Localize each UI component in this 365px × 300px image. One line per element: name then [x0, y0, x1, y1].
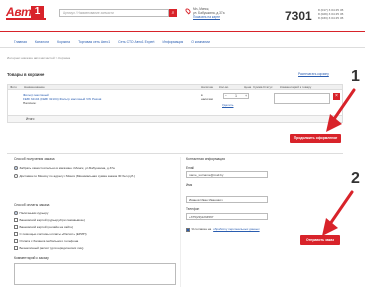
arrow-1-icon — [326, 88, 356, 132]
name-label: Имя — [186, 183, 193, 187]
phone-field[interactable]: +375(29)1234567 — [186, 213, 268, 220]
search-input[interactable]: Артикул / Наименование запчасти — [59, 9, 169, 17]
email-field[interactable]: name_surname@mail.by — [186, 171, 268, 178]
column-divider — [180, 157, 181, 287]
cart-item-name: Фильтр масляный FEBI 32104 (FEBI 32104) … — [23, 93, 111, 105]
order-comment-title: Комментарий к заказу — [14, 256, 49, 260]
phone-label: Телефон — [186, 207, 200, 211]
delivery-option-label: Доставка по Минску по адресу г.Минск (Ми… — [19, 174, 136, 178]
breadcrumb[interactable]: Интернет-магазин автозапчастей > Корзина — [7, 56, 70, 61]
nav-item-service[interactable]: Сеть СТО Авто1 Expert — [118, 40, 154, 44]
search-icon[interactable]: ⌕ — [169, 9, 177, 17]
step-number-2: 2 — [351, 170, 360, 187]
radio-icon[interactable] — [14, 174, 18, 178]
contact-title: Контактная информация — [186, 157, 225, 161]
payment-option[interactable]: Безналичный расчёт (для юридических лиц) — [14, 246, 174, 250]
page-title: Товары в корзине — [7, 72, 45, 77]
payment-option[interactable]: Наличными курьеру — [14, 211, 174, 215]
item-availability-label: Наличие: — [23, 101, 37, 105]
remove-item-link[interactable]: Удалить — [222, 103, 233, 108]
payment-option[interactable]: Банковской картой (курьеру/при самовывоз… — [14, 218, 174, 222]
show-on-map-link[interactable]: Показать на карте — [193, 15, 253, 19]
main-nav: Главная Каталоги Корзина Торговая сеть А… — [14, 40, 210, 44]
checkbox-icon[interactable] — [14, 225, 18, 229]
location-pin-icon — [184, 7, 192, 15]
radio-selected-icon[interactable] — [14, 211, 18, 215]
nav-item-about[interactable]: О компании — [191, 40, 210, 44]
payment-option-label: Банковской картой (онлайн на сайте) — [19, 225, 74, 229]
radio-selected-icon[interactable] — [14, 166, 18, 170]
payment-option-label: С помощью системы оплаты «Расчёт» (ЕРИП) — [19, 232, 87, 236]
quantity-value[interactable]: 1 — [235, 94, 237, 98]
nav-item-stores[interactable]: Торговая сеть Авто1 — [78, 40, 110, 44]
arrow-2-icon — [322, 190, 354, 236]
delivery-option-pickup[interactable]: Забрать самостоятельно в магазине г.Минс… — [14, 166, 174, 170]
logo-digit: 1 — [31, 6, 44, 18]
phone-number[interactable]: 8 (033) 3 04 25 45 — [318, 16, 343, 20]
delivery-option-label: Забрать самостоятельно в магазине г.Минс… — [19, 166, 115, 170]
email-label: Email — [186, 166, 194, 170]
nav-item-info[interactable]: Информация — [162, 40, 183, 44]
logo-underline — [6, 18, 46, 20]
quantity-stepper[interactable]: − 1 + — [223, 93, 249, 99]
availability-line: наличии — [201, 96, 214, 101]
site-logo[interactable]: Авто 1 — [6, 5, 50, 20]
payment-option[interactable]: С помощью системы оплаты «Расчёт» (ЕРИП) — [14, 232, 174, 236]
checkbox-icon[interactable] — [14, 218, 18, 222]
phone-list: 8 (017) 3 04 25 45 8 (029) 3 04 25 45 8 … — [318, 8, 343, 20]
checkbox-checked-icon[interactable] — [186, 228, 190, 232]
total-label: Итого — [26, 117, 35, 121]
payment-title: Способ оплаты заказа — [14, 203, 50, 207]
nav-divider — [0, 47, 365, 48]
checkbox-icon[interactable] — [14, 239, 18, 243]
checkbox-icon[interactable] — [14, 232, 18, 236]
nav-item-catalogs[interactable]: Каталоги — [35, 40, 49, 44]
payment-option-label: Банковской картой (курьеру/при самовывоз… — [19, 218, 85, 222]
payment-option[interactable]: Банковской картой (онлайн на сайте) — [14, 225, 174, 229]
delivery-option-courier[interactable]: Доставка по Минску по адресу г.Минск (Ми… — [14, 174, 174, 178]
print-cart-link[interactable]: Распечатать корзину — [298, 72, 329, 76]
total-row — [7, 116, 343, 123]
nav-item-cart[interactable]: Корзина — [57, 40, 70, 44]
send-order-button[interactable]: Отправить заказ — [300, 235, 340, 245]
payment-option-label: Оплата с баланса мобильного телефона — [19, 239, 79, 243]
step-number-1: 1 — [351, 68, 360, 85]
payment-option-label: Безналичный расчёт (для юридических лиц) — [19, 246, 84, 250]
consent-checkbox-row[interactable]: Я согласен на обработку персональных дан… — [186, 227, 260, 232]
checkbox-icon[interactable] — [14, 246, 18, 250]
payment-option-label: Наличными курьеру — [19, 211, 49, 215]
section-divider — [7, 153, 343, 154]
increment-icon[interactable]: + — [245, 94, 247, 98]
consent-text: Я согласен на — [191, 227, 212, 231]
payment-option[interactable]: Оплата с баланса мобильного телефона — [14, 239, 174, 243]
store-address: Mn.,Минск, ул. Бабушкина, д.37а Показать… — [193, 7, 253, 19]
name-field[interactable]: Иванов Иван Иванович — [186, 196, 268, 203]
consent-link[interactable]: обработку персональных данных — [213, 227, 259, 232]
delivery-title: Способ получения заказа — [14, 157, 55, 161]
header-divider — [0, 31, 365, 32]
nav-item-home[interactable]: Главная — [14, 40, 27, 44]
item-availability: в наличии — [201, 93, 214, 102]
decrement-icon[interactable]: − — [225, 94, 227, 98]
short-phone-number[interactable]: 7301 — [285, 9, 312, 23]
order-comment-field[interactable] — [14, 263, 176, 285]
